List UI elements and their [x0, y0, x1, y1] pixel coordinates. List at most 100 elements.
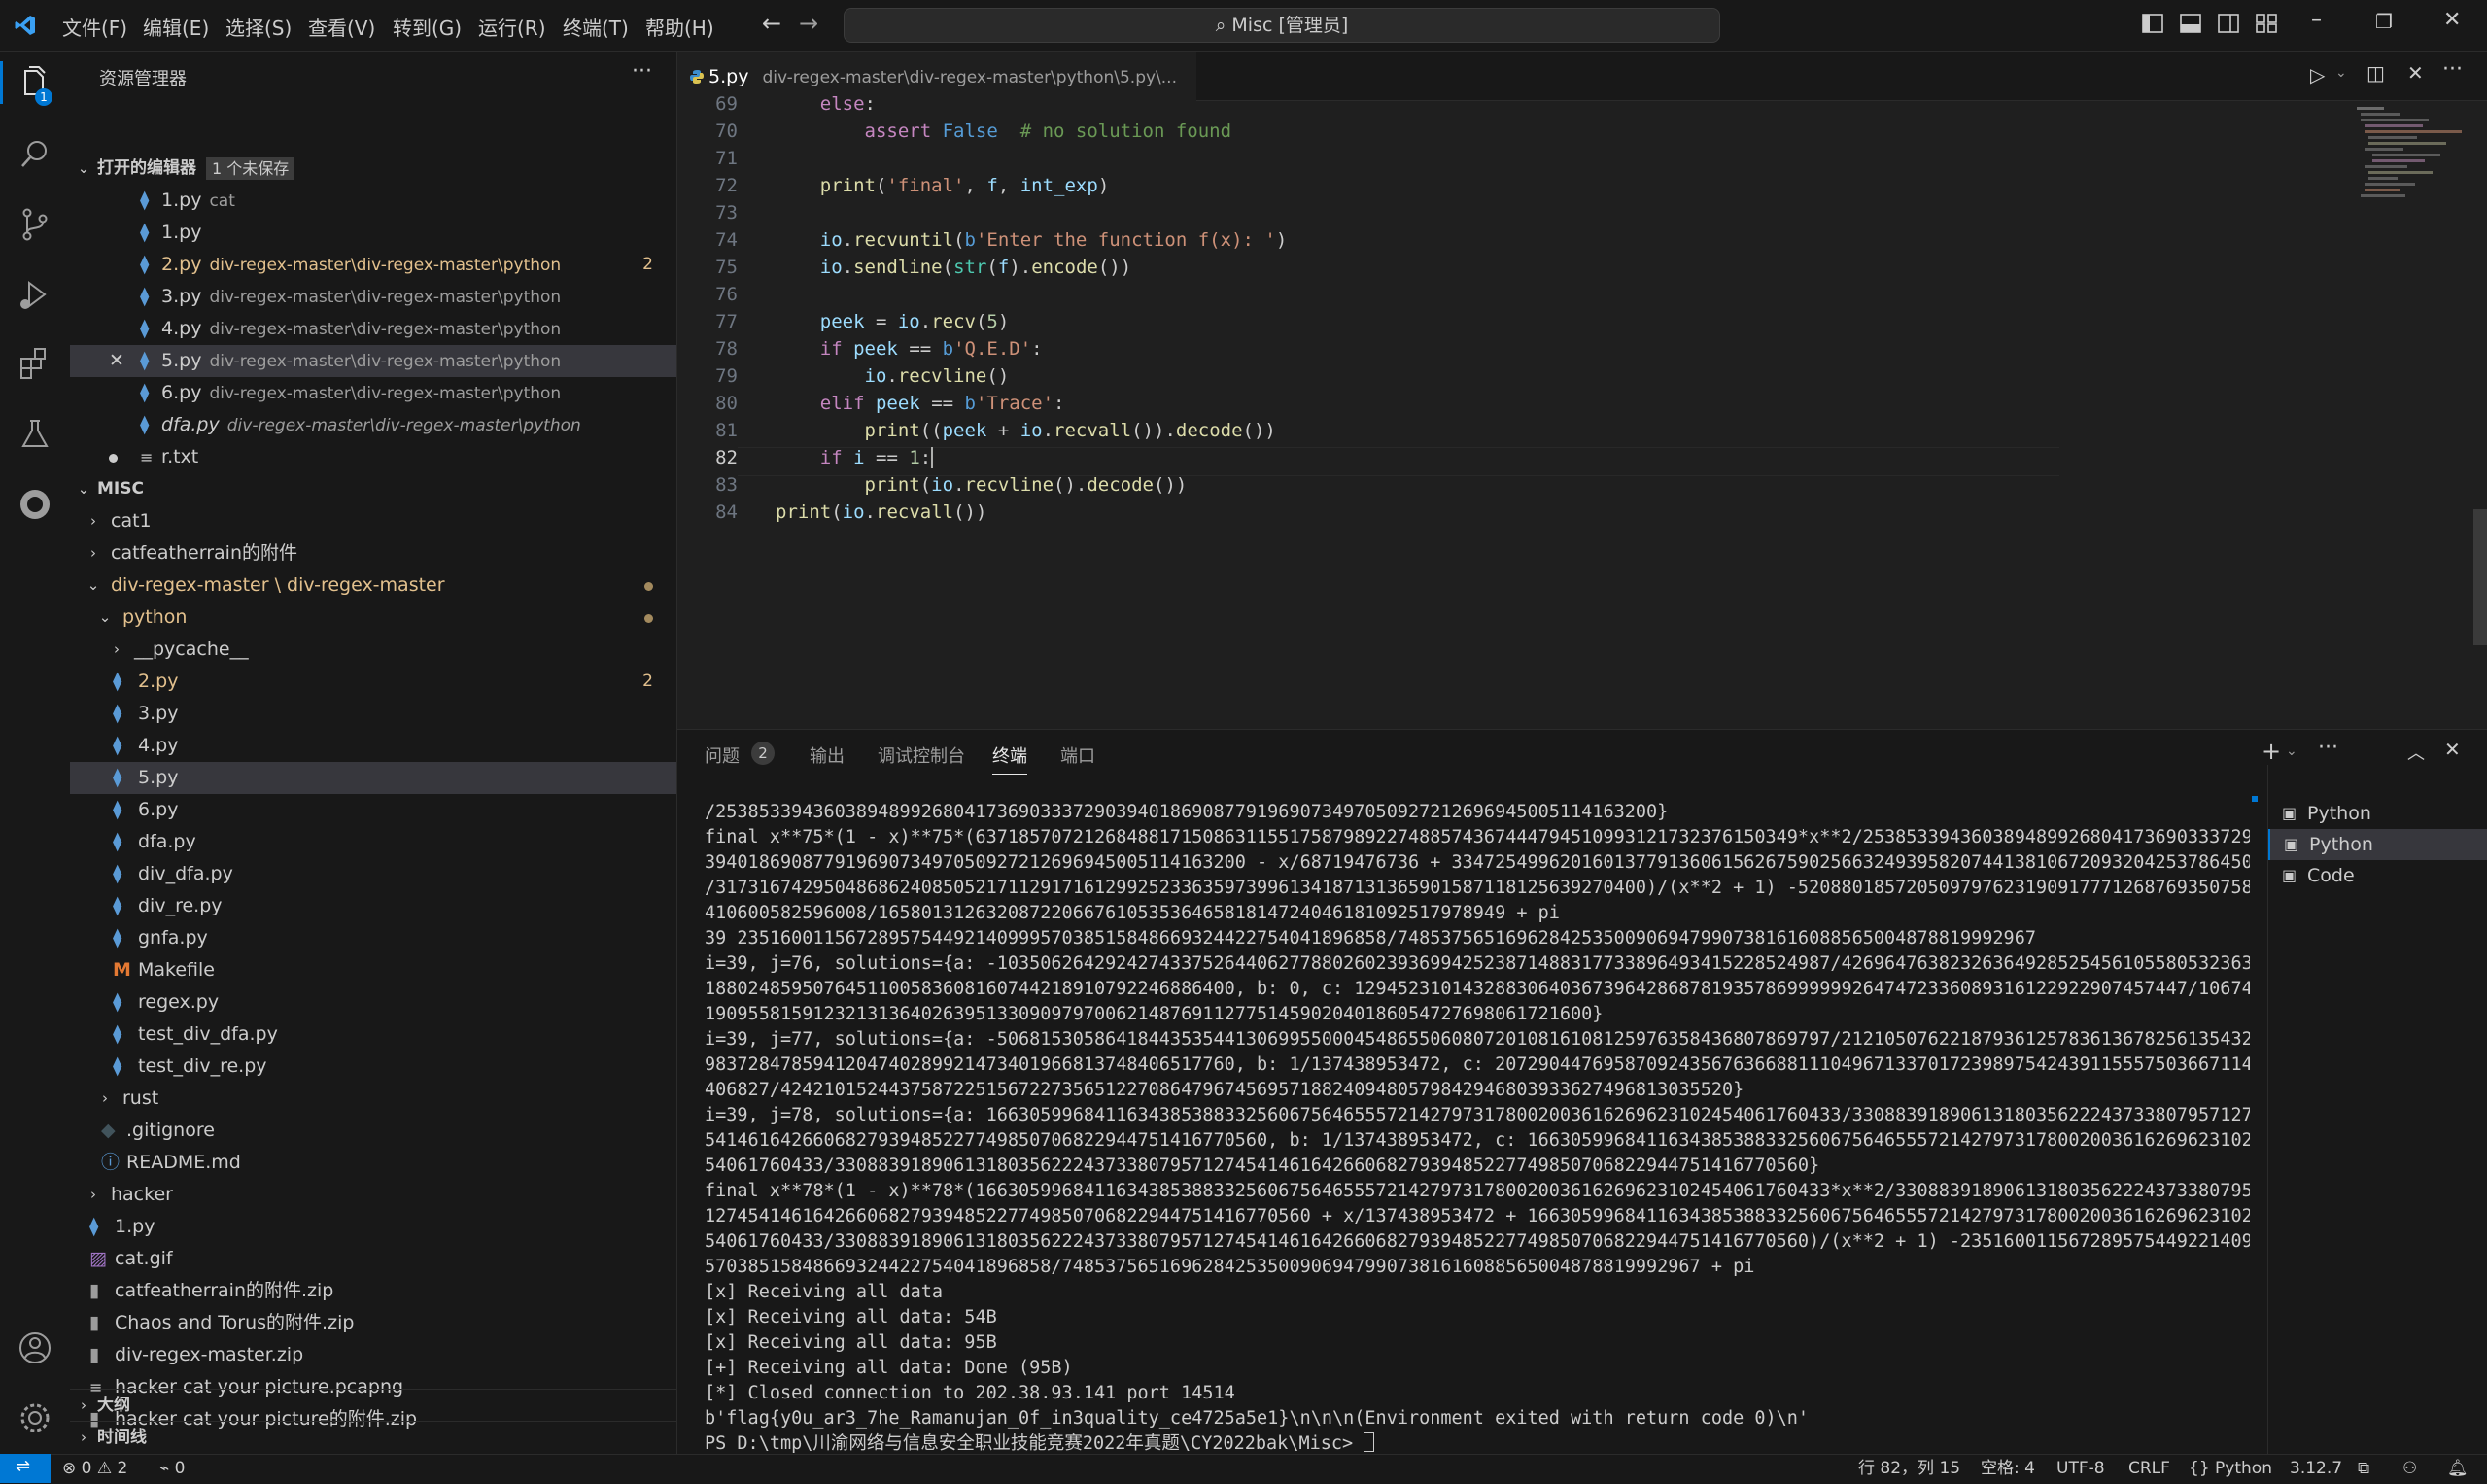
tab-debug-console[interactable]: 调试控制台	[878, 742, 965, 768]
problems-status[interactable]: ⊗ 0 ⚠ 2	[62, 1455, 127, 1483]
feedback-icon[interactable]: ⚇	[2402, 1455, 2417, 1483]
timeline-header[interactable]: › 时间线	[70, 1421, 676, 1454]
menu-view[interactable]: 查看(V)	[308, 13, 375, 41]
extensions-icon[interactable]	[14, 343, 56, 386]
file-item[interactable]: ⧫ div_dfa.py	[70, 858, 676, 890]
file-item[interactable]: ⧫ gnfa.py	[70, 922, 676, 954]
open-editor-item[interactable]: ⧫ dfa.py div-regex-master\div-regex-master…	[70, 409, 676, 441]
file-item[interactable]: M Makefile	[70, 954, 676, 986]
toggle-panel-icon[interactable]	[2180, 14, 2201, 33]
tab-output[interactable]: 输出	[810, 742, 845, 768]
menu-file[interactable]: 文件(F)	[62, 13, 127, 41]
tab-problems[interactable]: 问题	[705, 742, 740, 768]
indentation[interactable]: 空格: 4	[1981, 1455, 2035, 1483]
open-editor-item[interactable]: ✕ ⧫ 5.py div-regex-master\div-regex-master\…	[70, 345, 676, 377]
python-version[interactable]: 3.12.7	[2290, 1455, 2342, 1483]
accounts-icon[interactable]	[14, 1327, 56, 1369]
file-item[interactable]: ⧫ 5.py	[70, 762, 676, 794]
open-editors-header[interactable]: ⌄ 打开的编辑器 1 个未保存	[70, 153, 676, 185]
close-icon[interactable]: ✕	[109, 345, 124, 377]
chevron-down-icon[interactable]: ⌄	[2286, 743, 2297, 759]
file-item[interactable]: ⧫ div_re.py	[70, 890, 676, 922]
open-editor-item[interactable]: ⧫ 1.py	[70, 217, 676, 249]
folder-item[interactable]: › cat1	[70, 505, 676, 537]
open-editor-item[interactable]: ⧫ 2.py div-regex-master\div-regex-master\p…	[70, 249, 676, 281]
file-item[interactable]: ⧫ 1.py	[70, 1211, 676, 1243]
file-item[interactable]: ⓘ README.md	[70, 1147, 676, 1179]
folder-item[interactable]: › __pycache__	[70, 634, 676, 666]
search-view-icon[interactable]	[14, 133, 56, 176]
more-actions-icon[interactable]: ···	[2442, 57, 2463, 82]
folder-item[interactable]: ⌄ div-regex-master \ div-regex-master	[70, 569, 676, 602]
terminal-item-python[interactable]: ▣ Python	[2268, 798, 2487, 829]
file-item[interactable]: ▮ div-regex-master.zip	[70, 1339, 676, 1371]
toggle-primary-sidebar-icon[interactable]	[2142, 14, 2163, 33]
file-item[interactable]: ⧫ dfa.py	[70, 826, 676, 858]
tab-terminal[interactable]: 终端	[992, 742, 1027, 775]
close-editor-icon[interactable]: ✕	[2407, 61, 2424, 85]
restore-icon[interactable]: ❐	[2375, 10, 2393, 33]
file-item[interactable]: ⧫ test_div_re.py	[70, 1051, 676, 1083]
open-editor-item[interactable]: ⧫ 6.py div-regex-master\div-regex-master\p…	[70, 377, 676, 409]
open-editor-item[interactable]: ⧫ 3.py div-regex-master\div-regex-master\p…	[70, 281, 676, 313]
open-editor-item[interactable]: ⧫ 1.py cat	[70, 185, 676, 217]
terminal-output[interactable]: /253853394360389489926804173690333729039…	[705, 800, 2250, 1457]
customize-layout-icon[interactable]	[2256, 14, 2277, 33]
line-ending[interactable]: CRLF	[2128, 1455, 2170, 1483]
terminal-item-python[interactable]: ▣ Python	[2268, 829, 2487, 860]
open-editor-item[interactable]: ⧫ 4.py div-regex-master\div-regex-master\p…	[70, 313, 676, 345]
open-editor-item[interactable]: ≡ r.txt	[70, 441, 676, 473]
minimap[interactable]	[2357, 101, 2477, 276]
more-actions-icon[interactable]: ···	[632, 59, 652, 84]
file-item[interactable]: ▨ cat.gif	[70, 1243, 676, 1275]
remote-indicator[interactable]: ⇌	[0, 1454, 51, 1483]
menu-go[interactable]: 转到(G)	[393, 13, 462, 41]
encoding[interactable]: UTF-8	[2056, 1455, 2105, 1483]
file-item[interactable]: ⧫ 3.py	[70, 698, 676, 730]
editor-scrollbar[interactable]	[2473, 509, 2487, 645]
close-window-icon[interactable]: ✕	[2443, 8, 2461, 32]
outline-header[interactable]: › 大纲	[70, 1389, 676, 1422]
menu-terminal[interactable]: 终端(T)	[563, 13, 629, 41]
back-arrow-icon[interactable]: ←	[762, 10, 781, 37]
source-control-icon[interactable]	[14, 203, 56, 246]
file-item[interactable]: ⧫ 2.py 2	[70, 666, 676, 698]
language-mode[interactable]: {} Python	[2189, 1455, 2272, 1483]
copilot-icon[interactable]: ⧉	[2358, 1455, 2369, 1483]
forward-arrow-icon[interactable]: →	[799, 10, 818, 37]
maximize-panel-icon[interactable]: ︿	[2407, 740, 2425, 765]
toggle-secondary-sidebar-icon[interactable]	[2218, 14, 2239, 33]
folder-item[interactable]: › hacker	[70, 1179, 676, 1211]
terminal-item-code[interactable]: ▣ Code	[2268, 860, 2487, 891]
remote-explorer-icon[interactable]	[14, 483, 56, 526]
file-item[interactable]: ⧫ 6.py	[70, 794, 676, 826]
misc-folder-header[interactable]: ⌄ MISC	[70, 473, 676, 505]
file-item[interactable]: ◆ .gitignore	[70, 1115, 676, 1147]
menu-help[interactable]: 帮助(H)	[645, 13, 714, 41]
tab-ports[interactable]: 端口	[1060, 742, 1095, 768]
command-center[interactable]: ⌕ Misc [管理员]	[844, 8, 1720, 43]
file-item[interactable]: ▮ catfeatherrain的附件.zip	[70, 1275, 676, 1307]
code-editor[interactable]: 69 70 71 72 73 74 75 76 77 78 79 80 81 82 83 84 else: a…	[677, 93, 2487, 728]
more-actions-icon[interactable]: ···	[2318, 736, 2338, 760]
tab-5py[interactable]: 5.py div-regex-master\div-regex-master\p…	[677, 52, 1196, 101]
notifications-bell-icon[interactable]: 🔔︎	[2447, 1455, 2469, 1483]
file-item[interactable]: ⧫ regex.py	[70, 986, 676, 1018]
testing-icon[interactable]	[14, 413, 56, 456]
chevron-down-icon[interactable]: ⌄	[2335, 65, 2347, 81]
new-terminal-icon[interactable]: +	[2262, 738, 2281, 765]
folder-item[interactable]: › rust	[70, 1083, 676, 1115]
ports-status[interactable]: ⌁ 0	[159, 1455, 185, 1483]
run-file-icon[interactable]: ▷	[2310, 63, 2325, 86]
close-panel-icon[interactable]: ✕	[2444, 738, 2461, 761]
file-item[interactable]: ⧫ 4.py	[70, 730, 676, 762]
file-item[interactable]: ⧫ test_div_dfa.py	[70, 1018, 676, 1051]
menu-run[interactable]: 运行(R)	[478, 13, 546, 41]
menu-selection[interactable]: 选择(S)	[225, 13, 292, 41]
folder-item[interactable]: › catfeatherrain的附件	[70, 537, 676, 569]
settings-gear-icon[interactable]	[14, 1397, 56, 1439]
menu-edit[interactable]: 编辑(E)	[143, 13, 209, 41]
cursor-position[interactable]: 行 82，列 15	[1858, 1455, 1960, 1483]
run-debug-icon[interactable]	[14, 273, 56, 316]
minimize-icon[interactable]: –	[2311, 8, 2322, 32]
